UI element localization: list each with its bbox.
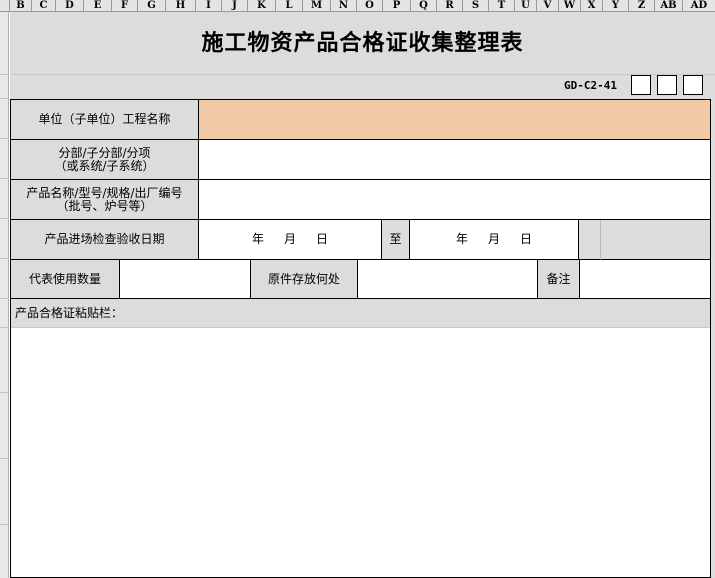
form-code-row: GD-C2-41 bbox=[10, 74, 715, 98]
column-header-o[interactable]: O bbox=[356, 0, 382, 12]
certificate-paste-area[interactable] bbox=[11, 329, 710, 577]
end-date-year: 年 bbox=[455, 232, 468, 246]
row-divider bbox=[0, 392, 9, 393]
column-header-l[interactable]: L bbox=[275, 0, 302, 12]
quantity-label: 代表使用数量 bbox=[11, 260, 120, 299]
form-code[interactable]: GD-C2-41 bbox=[564, 79, 617, 92]
division-label: 分部/子分部/分项 （或系统/子系统） bbox=[11, 140, 199, 180]
remarks-label: 备注 bbox=[538, 260, 580, 299]
quantity-input[interactable] bbox=[120, 260, 251, 299]
worksheet: 施工物资产品合格证收集整理表 GD-C2-41 单位（子单位）工程名称 分部/子… bbox=[10, 12, 715, 578]
row-divider bbox=[0, 74, 9, 75]
column-header-u[interactable]: U bbox=[514, 0, 536, 12]
start-date-day: 日 bbox=[316, 232, 329, 246]
date-trailing-cell[interactable] bbox=[601, 220, 710, 260]
column-header-r[interactable]: R bbox=[436, 0, 462, 12]
division-label-line1: 分部/子分部/分项 bbox=[58, 145, 151, 160]
end-date-input[interactable]: 年 月 日 bbox=[410, 220, 579, 260]
row-divider bbox=[0, 458, 9, 459]
column-header-k[interactable]: K bbox=[247, 0, 275, 12]
column-header-ab[interactable]: AB bbox=[654, 0, 682, 12]
remarks-input[interactable] bbox=[580, 260, 710, 299]
end-date-day: 日 bbox=[520, 232, 533, 246]
column-header-m[interactable]: M bbox=[302, 0, 330, 12]
column-header-d[interactable]: D bbox=[55, 0, 83, 12]
product-label-line2: （批号、炉号等） bbox=[56, 198, 153, 213]
column-header-n[interactable]: N bbox=[330, 0, 356, 12]
column-header-p[interactable]: P bbox=[382, 0, 410, 12]
column-header-f[interactable]: F bbox=[111, 0, 137, 12]
column-header-j[interactable]: J bbox=[221, 0, 247, 12]
column-header-bar: B C D E F G H I J K L M N O P Q R S T U … bbox=[0, 0, 715, 12]
column-header-x[interactable]: X bbox=[580, 0, 602, 12]
date-range-to: 至 bbox=[382, 220, 410, 260]
column-header-e[interactable]: E bbox=[83, 0, 111, 12]
column-header-q[interactable]: Q bbox=[410, 0, 436, 12]
end-date-fields: 年 月 日 bbox=[456, 233, 532, 246]
column-header-h[interactable]: H bbox=[165, 0, 195, 12]
column-header-b[interactable]: B bbox=[9, 0, 31, 12]
storage-label: 原件存放何处 bbox=[251, 260, 358, 299]
code-checkbox-1[interactable] bbox=[631, 75, 651, 95]
project-name-input[interactable] bbox=[199, 100, 710, 140]
row-divider bbox=[0, 138, 9, 139]
form-table: 单位（子单位）工程名称 分部/子分部/分项 （或系统/子系统） 产品名称/型号/… bbox=[10, 99, 711, 578]
start-date-year: 年 bbox=[251, 232, 264, 246]
row-divider bbox=[0, 327, 9, 328]
row-header-gutter[interactable] bbox=[0, 12, 9, 578]
column-header-ad[interactable]: AD bbox=[682, 0, 715, 12]
column-header-y[interactable]: Y bbox=[602, 0, 628, 12]
date-spacer-cell[interactable] bbox=[579, 220, 601, 260]
division-input[interactable] bbox=[199, 140, 710, 180]
column-header-w[interactable]: W bbox=[558, 0, 580, 12]
column-header-t[interactable]: T bbox=[488, 0, 514, 12]
code-checkbox-3[interactable] bbox=[683, 75, 703, 95]
start-date-month: 月 bbox=[283, 232, 296, 246]
row-divider bbox=[0, 98, 9, 99]
row-divider bbox=[0, 178, 9, 179]
column-header-g[interactable]: G bbox=[137, 0, 165, 12]
code-checkbox-2[interactable] bbox=[657, 75, 677, 95]
product-input[interactable] bbox=[199, 180, 710, 220]
storage-input[interactable] bbox=[358, 260, 538, 299]
row-divider bbox=[0, 258, 9, 259]
column-header-v[interactable]: V bbox=[536, 0, 558, 12]
start-date-fields: 年 月 日 bbox=[252, 233, 328, 246]
end-date-month: 月 bbox=[487, 232, 500, 246]
row-divider bbox=[0, 298, 9, 299]
product-label-line1: 产品名称/型号/规格/出厂编号 bbox=[26, 185, 183, 200]
column-header-s[interactable]: S bbox=[462, 0, 488, 12]
certificate-paste-label: 产品合格证粘贴栏： bbox=[11, 299, 710, 328]
start-date-input[interactable]: 年 月 日 bbox=[199, 220, 382, 260]
column-header-z[interactable]: Z bbox=[628, 0, 654, 12]
project-name-label: 单位（子单位）工程名称 bbox=[11, 100, 199, 140]
division-label-line2: （或系统/子系统） bbox=[54, 158, 155, 173]
row-divider bbox=[0, 524, 9, 525]
column-header-i[interactable]: I bbox=[195, 0, 221, 12]
inspection-date-label: 产品进场检查验收日期 bbox=[11, 220, 199, 260]
column-header-c[interactable]: C bbox=[31, 0, 55, 12]
row-divider bbox=[0, 218, 9, 219]
form-title[interactable]: 施工物资产品合格证收集整理表 bbox=[10, 12, 715, 74]
product-label: 产品名称/型号/规格/出厂编号 （批号、炉号等） bbox=[11, 180, 199, 220]
